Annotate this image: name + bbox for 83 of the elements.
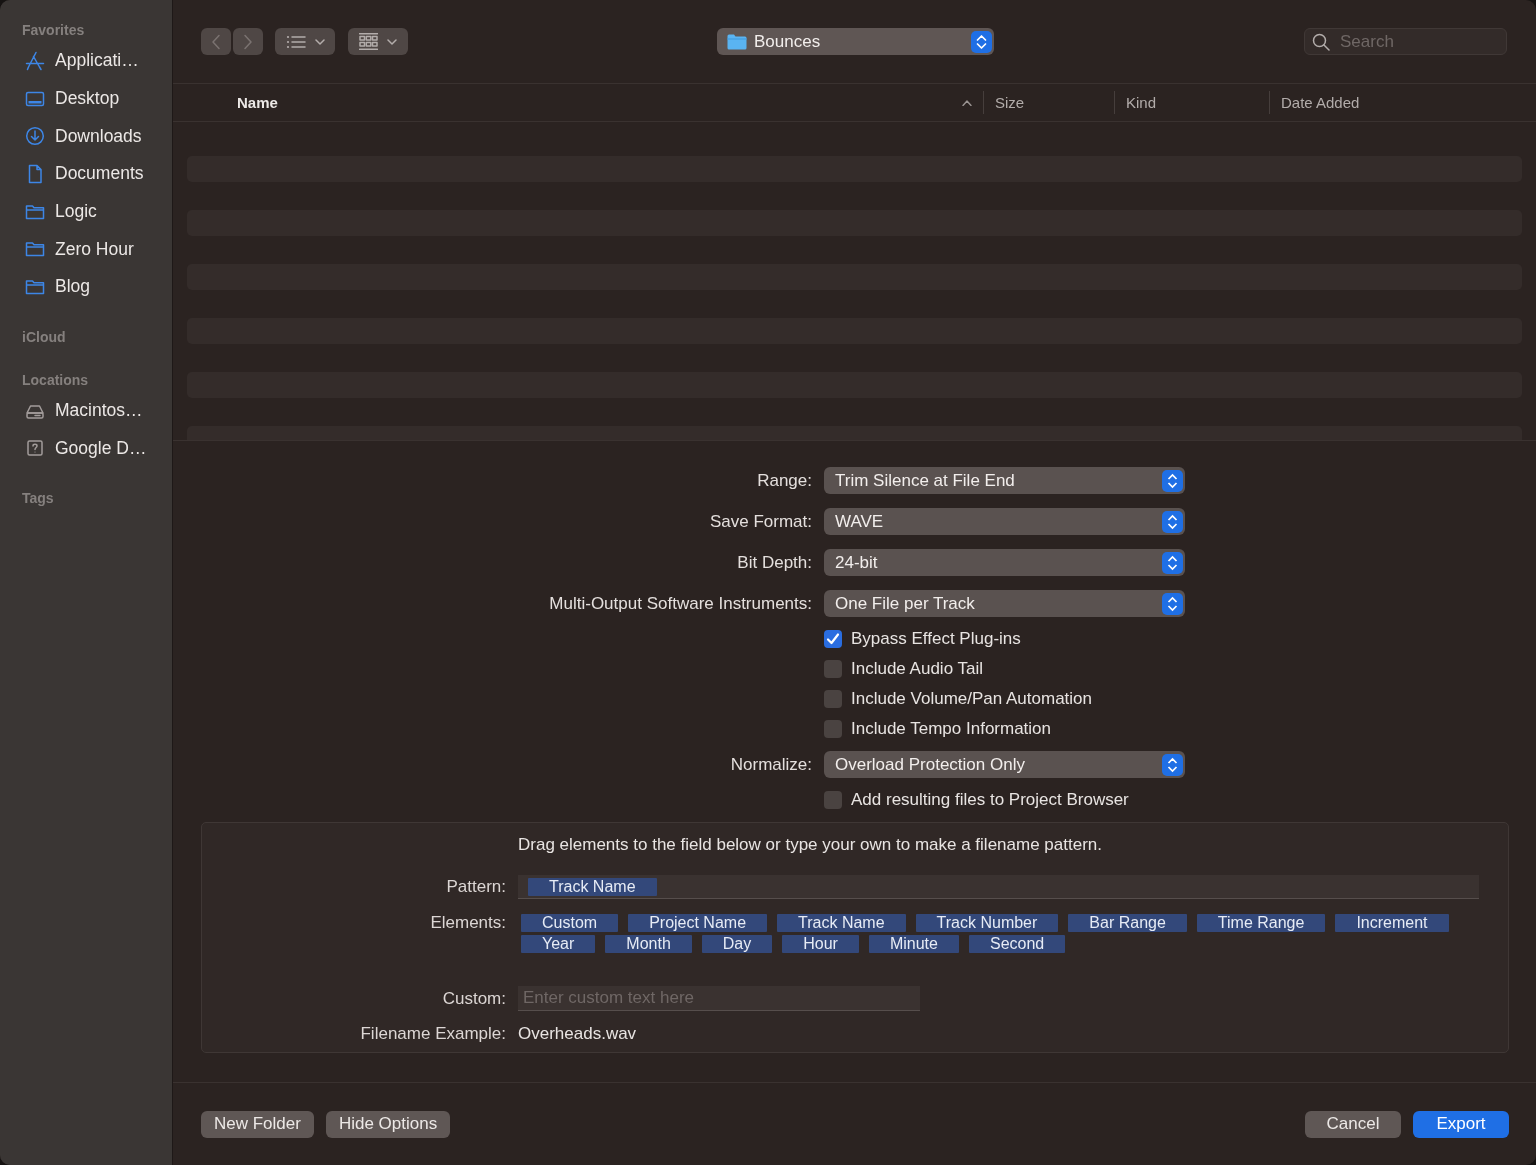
- footer-button[interactable]: New Folder: [201, 1110, 314, 1138]
- checkbox[interactable]: [824, 660, 842, 678]
- pattern-field[interactable]: Track Name: [518, 875, 1479, 899]
- export-button[interactable]: Export: [1413, 1110, 1509, 1138]
- caret-icon: [387, 38, 397, 45]
- stepper-icon: [1162, 592, 1183, 615]
- footer-button[interactable]: Cancel: [1305, 1110, 1401, 1138]
- field-label: Range:: [757, 470, 812, 491]
- stepper-icon: [1162, 753, 1183, 776]
- element-token[interactable]: Track Number: [915, 914, 1059, 932]
- element-token[interactable]: Bar Range: [1068, 914, 1187, 932]
- popup-button[interactable]: 24-bit: [824, 549, 1185, 576]
- stepper-icon: [971, 30, 992, 53]
- icon-view-button[interactable]: [348, 28, 408, 55]
- field-label: Multi-Output Software Instruments:: [549, 593, 812, 614]
- instruction-text: Drag elements to the field below or type your own to make a filename pattern.: [518, 835, 1102, 855]
- question-mark-icon: [25, 438, 45, 459]
- sidebar-item[interactable]: Macintos…: [0, 391, 172, 430]
- popup-button[interactable]: One File per Track: [824, 590, 1185, 617]
- sidebar-item[interactable]: Downloads: [0, 117, 172, 156]
- checkbox-label: Include Tempo Information: [851, 719, 1052, 739]
- column-header[interactable]: Kind: [1126, 94, 1157, 111]
- element-token[interactable]: Year: [521, 935, 596, 953]
- section-heading: Tags: [21, 489, 55, 509]
- popup-button[interactable]: Overload Protection Only: [824, 751, 1185, 778]
- caret-icon: [314, 38, 325, 45]
- element-token[interactable]: Increment: [1335, 914, 1449, 932]
- field-label: Filename Example:: [360, 1024, 506, 1044]
- location-popup[interactable]: Bounces: [717, 28, 994, 55]
- section-heading: iCloud: [21, 327, 67, 347]
- popup-button[interactable]: WAVE: [824, 508, 1185, 535]
- element-token[interactable]: Hour: [782, 935, 859, 953]
- chevron-left-icon: [211, 33, 221, 50]
- element-token[interactable]: Month: [605, 935, 692, 953]
- column-header[interactable]: Name: [237, 94, 278, 111]
- checkbox[interactable]: [824, 791, 842, 809]
- list-icon: [285, 34, 306, 49]
- element-token[interactable]: Minute: [868, 935, 959, 953]
- checkbox-label: Include Audio Tail: [851, 659, 983, 679]
- checkbox-label: Add resulting files to Project Browser: [851, 790, 1129, 810]
- checkbox[interactable]: [824, 720, 842, 738]
- sidebar-item[interactable]: Applicati…: [0, 42, 172, 80]
- stepper-icon: [1162, 510, 1183, 533]
- popup-button[interactable]: Trim Silence at File End: [824, 467, 1185, 494]
- footer-button[interactable]: Hide Options: [325, 1110, 451, 1138]
- checkbox-label: Include Volume/Pan Automation: [851, 689, 1092, 709]
- field-label: Bit Depth:: [737, 552, 812, 573]
- sidebar-item[interactable]: Desktop: [0, 79, 172, 118]
- search-field[interactable]: Search: [1304, 28, 1507, 55]
- field-label: Pattern:: [446, 877, 506, 897]
- element-token[interactable]: Project Name: [628, 914, 768, 932]
- section-heading: Favorites: [21, 21, 86, 40]
- checkbox[interactable]: [824, 630, 842, 648]
- field-label: Save Format:: [709, 511, 812, 532]
- stepper-icon: [1162, 551, 1183, 574]
- checkbox[interactable]: [824, 690, 842, 708]
- element-token[interactable]: Second: [968, 935, 1066, 953]
- filename-example: Overheads.wav: [518, 1024, 637, 1044]
- field-label: Custom:: [442, 988, 506, 1009]
- sidebar-item[interactable]: Google D…: [0, 429, 172, 468]
- download-icon: [25, 126, 45, 147]
- element-token[interactable]: Custom: [521, 914, 619, 932]
- sidebar-item[interactable]: Blog: [0, 268, 172, 306]
- element-token[interactable]: Day: [701, 935, 773, 953]
- grid-icon: [359, 33, 378, 50]
- pattern-token[interactable]: Track Name: [528, 877, 657, 896]
- checkbox-label: Bypass Effect Plug-ins: [851, 629, 1021, 649]
- field-label: Normalize:: [730, 754, 812, 775]
- column-header[interactable]: Size: [995, 94, 1025, 111]
- sidebar-item[interactable]: Documents: [0, 155, 172, 193]
- chevron-right-icon: [243, 33, 253, 50]
- list-view-button[interactable]: [275, 28, 335, 55]
- apps-icon: [25, 50, 45, 71]
- element-token[interactable]: Track Name: [777, 914, 906, 932]
- sidebar-item[interactable]: Logic: [0, 192, 172, 231]
- stepper-icon: [1162, 469, 1183, 492]
- folder-icon: [727, 33, 747, 50]
- section-heading: Locations: [21, 370, 90, 390]
- element-token[interactable]: Time Range: [1196, 914, 1326, 932]
- field-label: Elements:: [430, 914, 506, 932]
- search-icon: [1312, 32, 1330, 51]
- column-header[interactable]: Date Added: [1281, 94, 1360, 111]
- sidebar-item[interactable]: Zero Hour: [0, 230, 172, 269]
